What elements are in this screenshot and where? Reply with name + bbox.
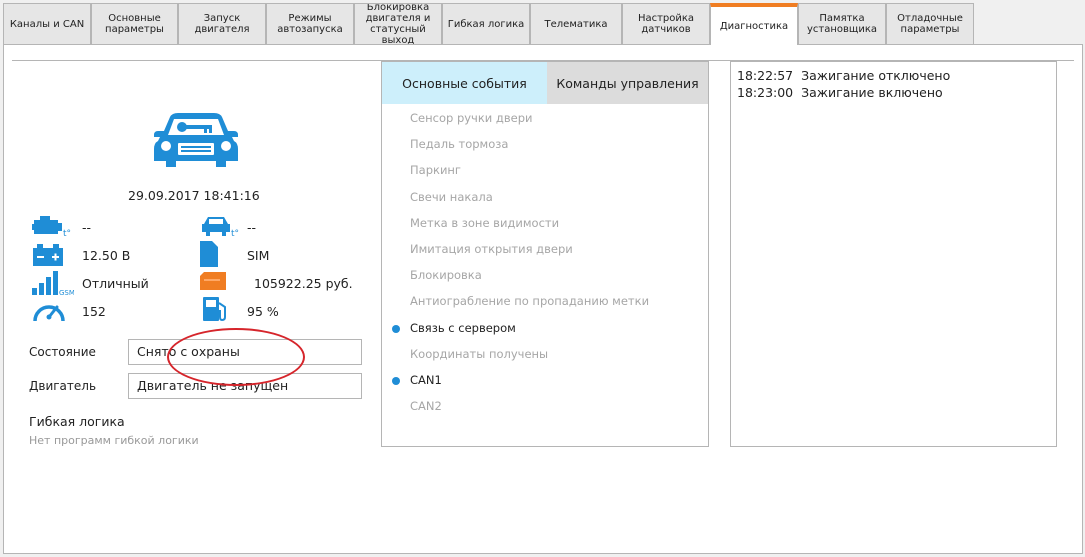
speedometer-icon (33, 305, 65, 322)
list-item: Метка в зоне видимости (410, 215, 560, 230)
log-line: 18:23:00 Зажигание включено (737, 85, 943, 100)
list-item: CAN2 (410, 399, 442, 414)
tab-diagnostics[interactable]: Диагностика (710, 3, 798, 45)
sim-value: SIM (247, 248, 270, 263)
tab-flex-logic[interactable]: Гибкая логика (442, 3, 530, 44)
tab-engine-block[interactable]: Блокировка двигателя и статусный выход (354, 3, 442, 44)
event-log[interactable]: 18:22:57 Зажигание отключено 18:23:00 За… (730, 61, 1057, 447)
state-field[interactable]: Снято с охраны (128, 339, 362, 365)
active-indicator-dot (392, 376, 400, 385)
diagnostics-panel: 29.09.2017 18:41:16 t° -- t° -- 12.50 В … (3, 44, 1083, 554)
cabin-temp-icon: t° (202, 217, 239, 238)
svg-text:t°: t° (231, 229, 239, 238)
speed-value: 152 (82, 304, 106, 319)
svg-text:GSM: GSM (59, 289, 74, 296)
tab-channels-can[interactable]: Каналы и CAN (3, 3, 91, 44)
tab-engine-start[interactable]: Запуск двигателя (178, 3, 266, 44)
tab-autostart-modes[interactable]: Режимы автозапуска (266, 3, 354, 44)
tab-debug-params[interactable]: Отладочные параметры (886, 3, 974, 44)
tab-sensor-setup[interactable]: Настройка датчиков (622, 3, 710, 44)
balance-value: 105922.25 руб. (254, 276, 353, 291)
cabin-temp-value: -- (247, 220, 257, 235)
tab-strip: Каналы и CAN Основные параметры Запуск д… (3, 3, 1083, 45)
tab-main-events[interactable]: Основные события (382, 62, 547, 104)
car-key-icon (154, 113, 238, 167)
list-item: Антиограбление по пропаданию метки (410, 294, 650, 309)
flex-logic-title: Гибкая логика (29, 414, 125, 429)
tab-basic-params[interactable]: Основные параметры (91, 3, 178, 44)
events-tab-bar: Основные события Команды управления (382, 62, 708, 104)
sim-card-icon (200, 241, 218, 267)
engine-temp-icon: t° (32, 216, 71, 238)
active-indicator-dot (392, 324, 400, 333)
list-item: Педаль тормоза (410, 137, 509, 152)
battery-icon (33, 244, 63, 266)
balance-icon (200, 272, 226, 290)
state-label: Состояние (29, 345, 96, 359)
events-list: Сенсор ручки двери Педаль тормоза Паркин… (382, 104, 708, 425)
tab-telematics[interactable]: Телематика (530, 3, 622, 44)
fuel-pump-icon (203, 297, 226, 322)
list-item: Координаты получены (410, 346, 549, 361)
list-item: Блокировка (410, 268, 482, 283)
list-item: CAN1 (382, 373, 708, 399)
tab-installer-memo[interactable]: Памятка установщика (798, 3, 886, 44)
flex-logic-subtitle: Нет программ гибкой логики (29, 434, 199, 447)
list-item: Имитация открытия двери (410, 241, 573, 256)
events-panel: Основные события Команды управления Сенс… (381, 61, 709, 447)
list-item: Свечи накала (410, 189, 493, 204)
datetime: 29.09.2017 18:41:16 (128, 188, 260, 203)
list-item: Связь с сервером (382, 321, 708, 347)
voltage-value: 12.50 В (82, 248, 131, 263)
tab-control-commands[interactable]: Команды управления (547, 62, 708, 104)
engine-label: Двигатель (29, 379, 97, 393)
engine-field[interactable]: Двигатель не запущен (128, 373, 362, 399)
list-item: Сенсор ручки двери (410, 111, 533, 125)
fuel-level-value: 95 % (247, 304, 279, 319)
list-item: Паркинг (410, 163, 461, 178)
log-line: 18:22:57 Зажигание отключено (737, 68, 951, 83)
gsm-signal-icon: GSM (32, 271, 74, 296)
svg-text:t°: t° (63, 229, 71, 238)
engine-temp-value: -- (82, 220, 92, 235)
gsm-signal-value: Отличный (82, 276, 149, 291)
